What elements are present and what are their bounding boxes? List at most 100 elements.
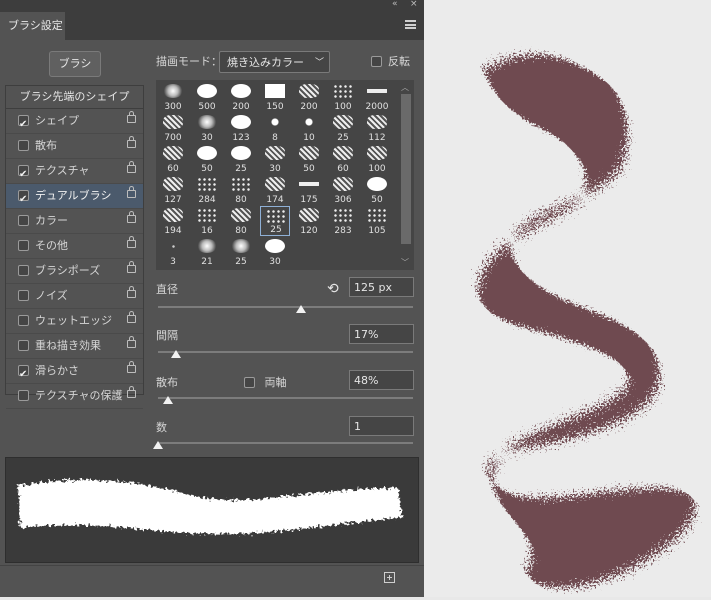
brush-preset-cell[interactable]: 2000 <box>362 82 392 112</box>
brush-preset-cell[interactable]: 200 <box>226 82 256 112</box>
brush-preset-cell[interactable]: 306 <box>328 175 358 205</box>
lock-icon[interactable] <box>127 286 136 298</box>
option-checkbox[interactable] <box>18 290 29 301</box>
option-checkbox[interactable] <box>18 363 29 387</box>
brush-preset-cell[interactable]: 60 <box>158 144 188 174</box>
option-checkbox[interactable] <box>18 188 29 212</box>
brush-option-item[interactable]: 重ね描き効果 <box>6 334 143 359</box>
brush-preset-cell[interactable]: 16 <box>192 206 222 236</box>
brush-preset-cell[interactable]: 10 <box>294 113 324 143</box>
brush-grid-scrollbar[interactable]: ︿ ﹀ <box>398 80 414 270</box>
brush-preset-cell[interactable]: 8 <box>260 113 290 143</box>
option-checkbox[interactable] <box>18 240 29 251</box>
brush-option-item[interactable]: テクスチャの保護 <box>6 384 143 409</box>
both-axes-option[interactable]: 両軸 <box>244 374 287 390</box>
brush-preset-cell[interactable]: 60 <box>328 144 358 174</box>
brush-preset-cell[interactable]: 194 <box>158 206 188 236</box>
spacing-field[interactable]: 17% <box>349 324 414 344</box>
brush-preset-cell[interactable]: 200 <box>294 82 324 112</box>
lock-icon[interactable] <box>127 111 136 123</box>
diameter-slider[interactable] <box>158 305 413 313</box>
option-checkbox[interactable] <box>18 215 29 226</box>
both-axes-checkbox[interactable] <box>244 377 255 388</box>
brush-preset-cell[interactable]: 25 <box>226 237 256 267</box>
brush-preset-cell[interactable]: 3 <box>158 237 188 267</box>
lock-icon[interactable] <box>127 186 136 198</box>
brush-option-item[interactable]: ブラシポーズ <box>6 259 143 284</box>
brush-preset-cell[interactable]: 120 <box>294 206 324 236</box>
brush-option-item[interactable]: 散布 <box>6 134 143 159</box>
brush-preset-cell[interactable]: 50 <box>192 144 222 174</box>
brush-option-item[interactable]: ウェットエッジ <box>6 309 143 334</box>
brush-option-item[interactable]: ノイズ <box>6 284 143 309</box>
brush-preset-cell[interactable]: 30 <box>260 144 290 174</box>
brush-preset-cell[interactable]: 21 <box>192 237 222 267</box>
collapse-icon[interactable]: « <box>392 0 398 9</box>
brush-preset-cell[interactable]: 300 <box>158 82 188 112</box>
lock-icon[interactable] <box>127 136 136 148</box>
brush-preset-cell[interactable]: 25 <box>328 113 358 143</box>
option-checkbox[interactable] <box>18 390 29 401</box>
brush-option-item[interactable]: デュアルブラシ <box>6 184 143 212</box>
brush-preset-cell[interactable]: 112 <box>362 113 392 143</box>
brush-preset-cell[interactable]: 175 <box>294 175 324 205</box>
brush-preset-cell[interactable]: 283 <box>328 206 358 236</box>
option-checkbox[interactable] <box>18 340 29 351</box>
draw-mode-select[interactable]: 焼き込みカラー ﹀ <box>219 51 330 73</box>
brush-option-item[interactable]: 滑らかさ <box>6 359 143 387</box>
lock-icon[interactable] <box>127 386 136 398</box>
brush-option-item[interactable]: テクスチャ <box>6 159 143 187</box>
brush-preset-cell[interactable]: 30 <box>192 113 222 143</box>
brush-preset-cell[interactable]: 105 <box>362 206 392 236</box>
brush-preset-cell[interactable]: 500 <box>192 82 222 112</box>
spacing-slider[interactable] <box>158 350 413 358</box>
option-checkbox[interactable] <box>18 265 29 276</box>
reset-size-icon[interactable]: ⟲ <box>327 281 339 297</box>
lock-icon[interactable] <box>127 311 136 323</box>
count-field[interactable]: 1 <box>349 416 414 436</box>
option-checkbox[interactable] <box>18 315 29 326</box>
scrollbar-thumb[interactable] <box>401 94 411 244</box>
brush-tip-shape-header[interactable]: ブラシ先端のシェイプ <box>6 86 143 109</box>
lock-icon[interactable] <box>127 261 136 273</box>
option-checkbox[interactable] <box>18 163 29 187</box>
brush-preset-cell[interactable]: 700 <box>158 113 188 143</box>
lock-icon[interactable] <box>127 236 136 248</box>
close-icon[interactable]: × <box>410 0 418 9</box>
scroll-down-icon[interactable]: ﹀ <box>401 257 409 268</box>
scroll-up-icon[interactable]: ︿ <box>401 82 409 93</box>
brush-option-item[interactable]: シェイプ <box>6 109 143 137</box>
brush-option-item[interactable]: その他 <box>6 234 143 259</box>
new-brush-icon[interactable] <box>384 572 395 583</box>
option-checkbox[interactable] <box>18 140 29 151</box>
scatter-slider[interactable] <box>158 396 413 404</box>
document-canvas[interactable] <box>424 0 711 597</box>
brush-preset-cell[interactable]: 127 <box>158 175 188 205</box>
brush-preset-cell[interactable]: 50 <box>362 175 392 205</box>
count-slider[interactable] <box>153 441 413 449</box>
brush-preset-cell[interactable]: 30 <box>260 237 290 267</box>
brush-preset-cell[interactable]: 25 <box>226 144 256 174</box>
brush-preset-cell[interactable]: 123 <box>226 113 256 143</box>
brush-preset-cell[interactable]: 80 <box>226 175 256 205</box>
brushes-button[interactable]: ブラシ <box>49 51 101 77</box>
flip-option[interactable]: 反転 <box>371 53 410 69</box>
diameter-field[interactable]: 125 px <box>349 277 414 297</box>
brush-preset-cell[interactable]: 150 <box>260 82 290 112</box>
scatter-field[interactable]: 48% <box>349 370 414 390</box>
brush-preset-cell[interactable]: 100 <box>328 82 358 112</box>
tab-brush-settings[interactable]: ブラシ設定 <box>0 12 65 40</box>
brush-preset-cell[interactable]: 50 <box>294 144 324 174</box>
brush-preset-cell[interactable]: 174 <box>260 175 290 205</box>
brush-preset-cell[interactable]: 80 <box>226 206 256 236</box>
brush-option-item[interactable]: カラー <box>6 209 143 234</box>
panel-menu-icon[interactable] <box>405 20 416 29</box>
lock-icon[interactable] <box>127 336 136 348</box>
brush-preset-cell[interactable]: 284 <box>192 175 222 205</box>
brush-preset-cell[interactable]: 25 <box>260 206 290 236</box>
option-checkbox[interactable] <box>18 113 29 137</box>
flip-checkbox[interactable] <box>371 56 382 67</box>
lock-icon[interactable] <box>127 211 136 223</box>
count-slider-knob[interactable] <box>153 441 163 449</box>
lock-icon[interactable] <box>127 161 136 173</box>
